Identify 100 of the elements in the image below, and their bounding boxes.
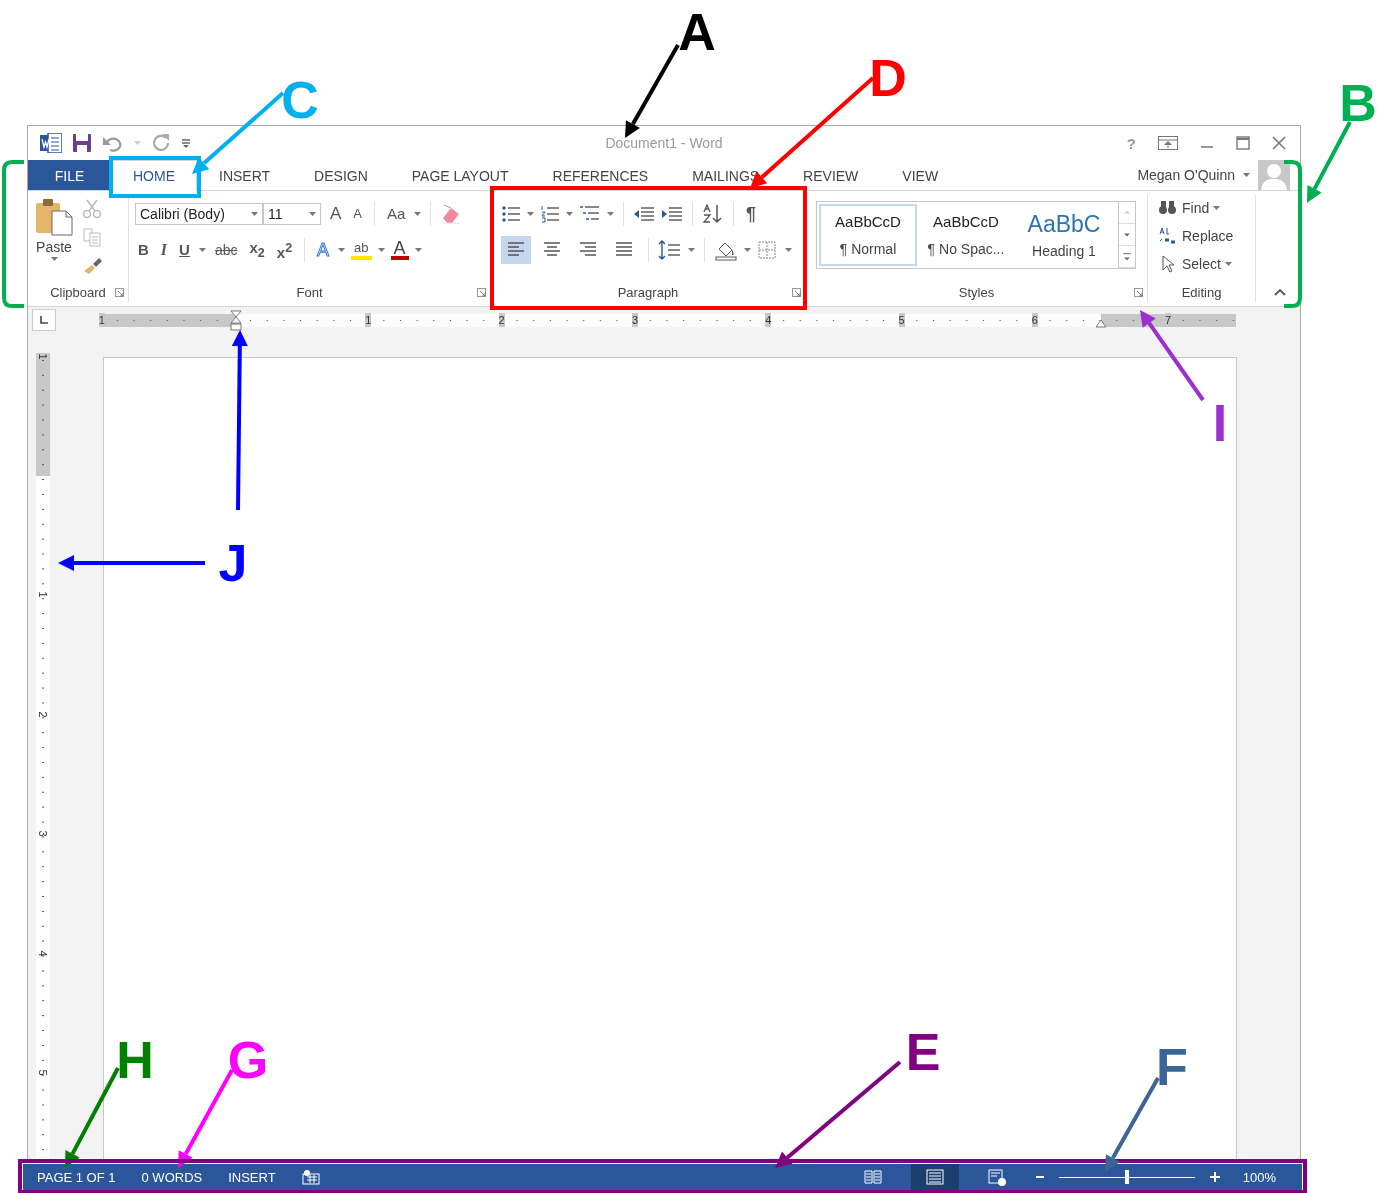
right-indent-marker-icon[interactable]: [1095, 318, 1107, 328]
word-logo-icon[interactable]: [40, 133, 62, 153]
zoom-in-icon[interactable]: [1208, 1171, 1221, 1183]
file-tab[interactable]: FILE: [28, 160, 111, 190]
group-label: Styles: [958, 284, 995, 300]
line-spacing-icon[interactable]: [658, 239, 682, 261]
slider-thumb[interactable]: [1124, 1170, 1129, 1184]
macro-recording-icon[interactable]: [301, 1169, 320, 1185]
ribbon-tab[interactable]: HOME: [111, 160, 197, 191]
multilevel-list-icon[interactable]: [579, 205, 601, 223]
increase-indent-icon[interactable]: [661, 205, 683, 223]
ribbon-tab[interactable]: REVIEW: [797, 160, 865, 190]
numbering-icon[interactable]: [540, 205, 560, 223]
status-text[interactable]: INSERT: [228, 1169, 276, 1185]
highlight-button[interactable]: ab: [351, 240, 372, 260]
account-name[interactable]: Megan O'Quinn: [1137, 167, 1235, 183]
dropdown-caret-icon[interactable]: [414, 212, 422, 216]
dropdown-caret-icon[interactable]: [251, 212, 258, 216]
find-button[interactable]: Find: [1154, 195, 1249, 221]
dropdown-caret-icon[interactable]: [50, 257, 58, 261]
font-size-field[interactable]: 11: [263, 203, 321, 225]
dropdown-caret-icon[interactable]: [198, 248, 206, 252]
window-title: Document1 - Word: [605, 135, 723, 151]
indent-marker-icon[interactable]: [230, 309, 242, 332]
ribbon-tab[interactable]: INSERT: [213, 160, 277, 190]
bullets-icon[interactable]: [501, 205, 521, 223]
style-preview: AaBbC: [1027, 210, 1101, 238]
callout-letter: A: [678, 6, 716, 58]
paste-button[interactable]: Paste: [34, 197, 74, 282]
dropdown-caret-icon[interactable]: [566, 212, 573, 216]
ribbon-tab[interactable]: PAGE LAYOUT: [405, 160, 515, 190]
dropdown-caret-icon[interactable]: [377, 248, 385, 252]
dropdown-caret-icon[interactable]: [785, 248, 792, 252]
dropdown-caret-icon[interactable]: [744, 248, 751, 252]
callout-letter: H: [116, 1034, 154, 1086]
dialog-launcher-icon[interactable]: [1134, 287, 1143, 297]
group-label: Font: [296, 284, 323, 300]
sort-icon[interactable]: [702, 204, 724, 224]
ruler-number: 4: [36, 950, 48, 957]
font-name-field[interactable]: Calibri (Body): [135, 203, 263, 225]
shrink-font-button[interactable]: A: [350, 203, 365, 225]
undo-icon[interactable]: [102, 134, 124, 152]
underline-button[interactable]: U: [176, 239, 193, 261]
align-left-icon[interactable]: [501, 236, 531, 264]
select-button[interactable]: Select: [1154, 251, 1249, 277]
font-color-button[interactable]: A: [390, 240, 409, 260]
maximize-icon[interactable]: [1236, 136, 1250, 150]
tab-selector-icon[interactable]: [32, 309, 56, 331]
close-icon[interactable]: [1272, 136, 1286, 150]
style-name: ¶ No Spac...: [927, 240, 1005, 257]
avatar-icon[interactable]: [1258, 160, 1290, 190]
format-painter-icon[interactable]: [82, 255, 104, 275]
dialog-launcher-icon[interactable]: [792, 287, 801, 297]
grow-font-button[interactable]: A: [327, 203, 345, 225]
callout-letter: D: [869, 52, 907, 104]
style-option[interactable]: AaBbCcD ¶ Normal: [819, 204, 917, 266]
strikethrough-button[interactable]: abc: [211, 239, 241, 261]
customize-toolbar-icon[interactable]: [181, 137, 191, 149]
dropdown-caret-icon[interactable]: [1224, 262, 1232, 266]
ruler-number: 5: [36, 1069, 48, 1076]
zoom-level[interactable]: 100%: [1242, 1169, 1276, 1185]
read-view-icon: [862, 1168, 883, 1186]
style-preview: AaBbCcD: [835, 213, 901, 231]
callout-letter: E: [905, 1026, 941, 1078]
dropdown-caret-icon[interactable]: [338, 248, 346, 252]
clipboard-icon: [34, 197, 74, 237]
dropdown-caret-icon[interactable]: [527, 212, 534, 216]
collapse-ribbon-icon[interactable]: [1274, 288, 1286, 296]
redo-icon[interactable]: [151, 133, 171, 153]
ruler-number: 4: [765, 312, 772, 327]
dropdown-caret-icon[interactable]: [607, 212, 614, 216]
ruler-number: 3: [36, 830, 48, 837]
show-formatting-button[interactable]: ¶: [743, 203, 759, 225]
print-view-button[interactable]: [910, 1164, 959, 1190]
change-case-button[interactable]: Aa: [384, 203, 409, 225]
replace-button[interactable]: Replace: [1154, 223, 1249, 249]
dropdown-caret-icon[interactable]: [414, 248, 422, 252]
ribbon-tab[interactable]: VIEW: [896, 160, 945, 190]
status-text[interactable]: PAGE 1 OF 1: [37, 1169, 116, 1185]
dropdown-caret-icon[interactable]: [309, 212, 316, 216]
group-label: Clipboard: [50, 284, 106, 300]
ruler-number: 5: [898, 312, 905, 327]
italic-button[interactable]: I: [157, 239, 171, 261]
dropdown-caret-icon[interactable]: [1213, 206, 1221, 210]
bold-button[interactable]: B: [135, 239, 152, 261]
decrease-indent-icon[interactable]: [633, 205, 655, 223]
ruler-number: 1: [36, 353, 48, 360]
ruler-number: 1: [98, 312, 105, 327]
callout-letter: F: [1156, 1041, 1188, 1093]
dialog-launcher-icon[interactable]: [115, 287, 124, 297]
web-view-icon: [986, 1168, 1007, 1186]
superscript-button[interactable]: x$^{2}$: [273, 236, 296, 264]
ribbon-tab[interactable]: DESIGN: [308, 160, 374, 190]
subscript-button[interactable]: x$_{2}$: [246, 236, 268, 264]
ribbon-tab[interactable]: REFERENCES: [546, 160, 655, 190]
ribbon-display-options-icon[interactable]: [1158, 136, 1178, 150]
status-text[interactable]: 0 WORDS: [141, 1169, 203, 1185]
dropdown-caret-icon[interactable]: [688, 248, 695, 252]
dialog-launcher-icon[interactable]: [477, 287, 486, 297]
dropdown-caret-icon[interactable]: [1243, 173, 1250, 177]
